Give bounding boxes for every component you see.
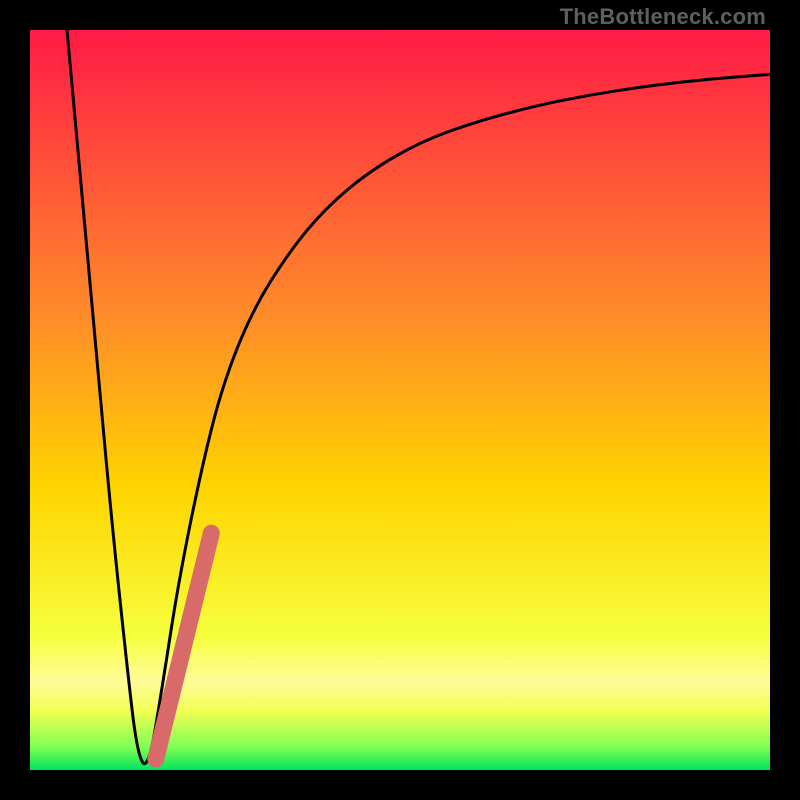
watermark-text: TheBottleneck.com xyxy=(560,4,766,30)
gradient-background xyxy=(30,30,770,770)
plot-area xyxy=(30,30,770,770)
chart-frame: TheBottleneck.com xyxy=(0,0,800,800)
chart-svg xyxy=(30,30,770,770)
